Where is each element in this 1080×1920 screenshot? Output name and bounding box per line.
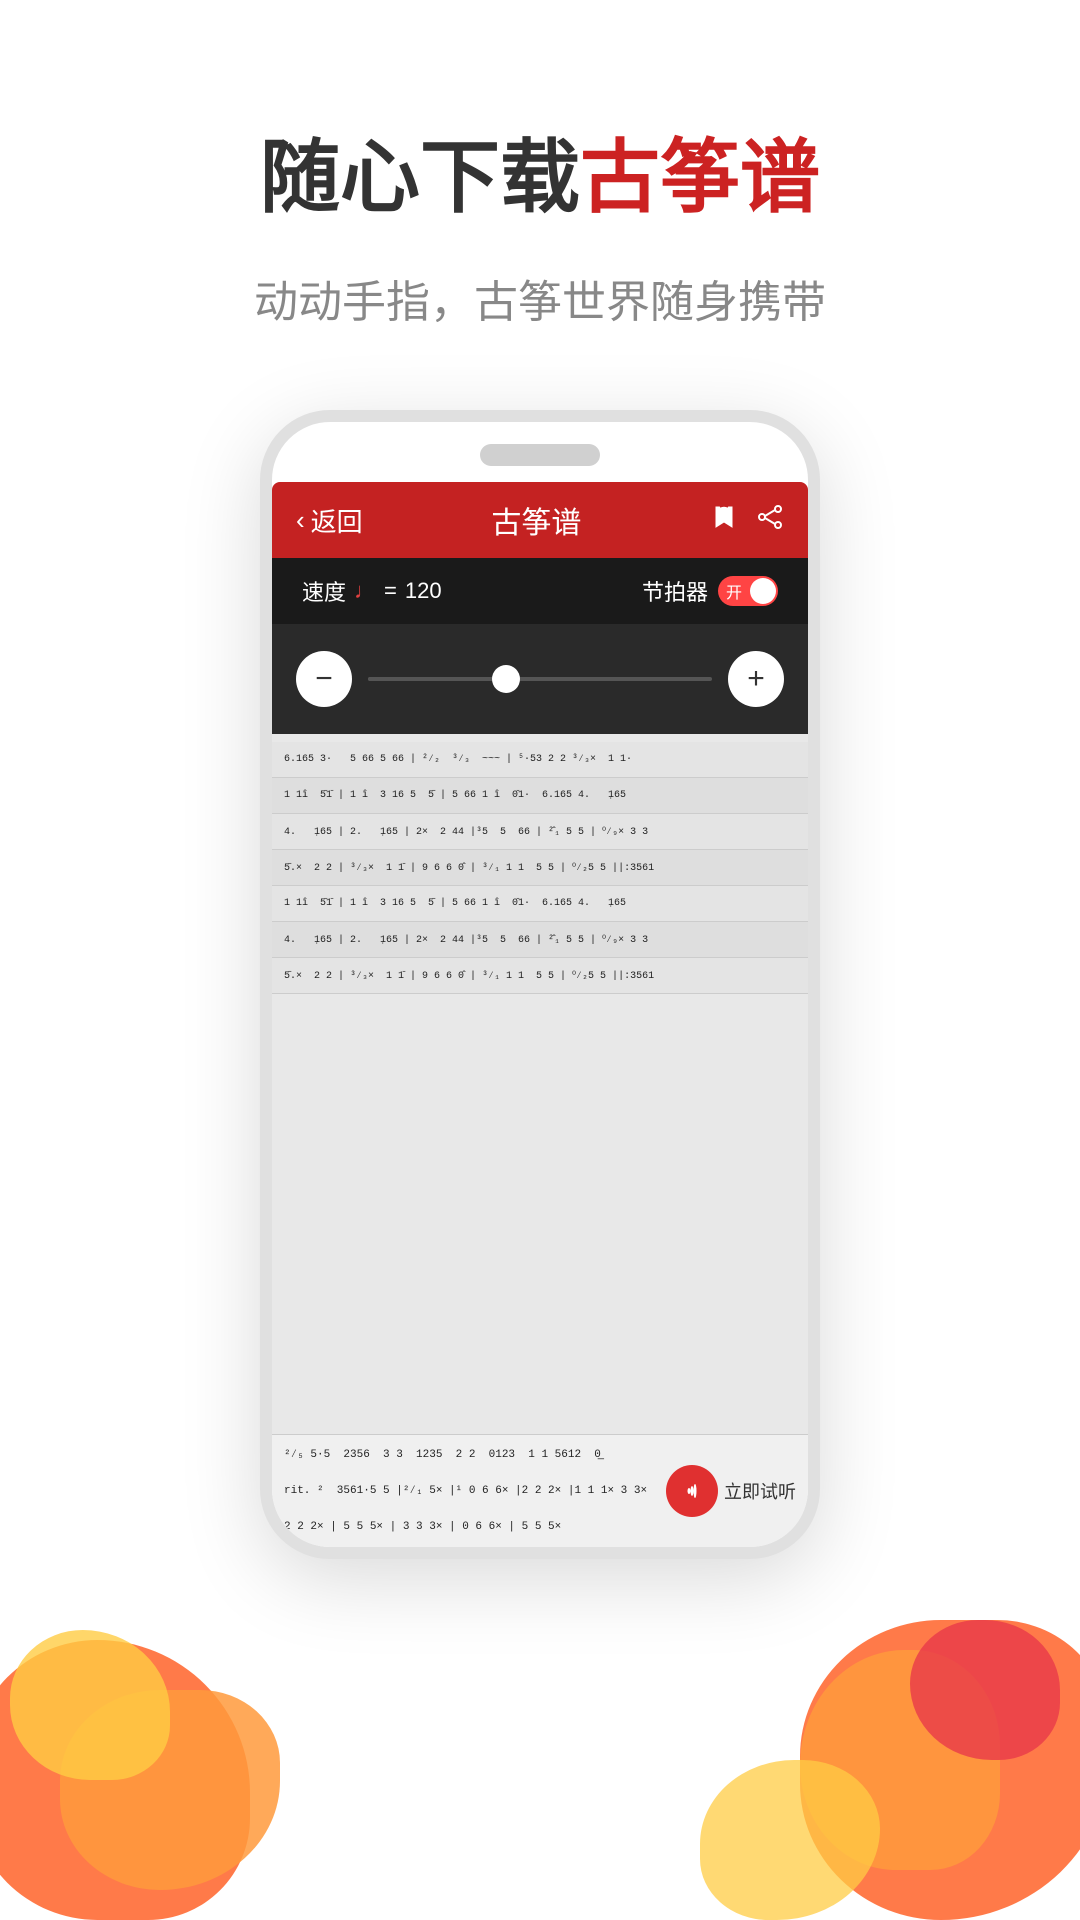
toggle-knob [750,578,776,604]
hero-title: 随心下载古筝谱 [0,130,1080,226]
tempo-bar: 速度 ♩ = 120 节拍器 开 [272,558,808,624]
sheet-row: 4. 1̣65 | 2. 1̣65 | 2× 2 44 |³5 5 66 | ²… [272,814,808,850]
toggle-on-label: 开 [726,579,742,603]
phone-mockup: ‹ 返回 古筝谱 [260,410,820,1559]
plus-icon: + [747,662,765,696]
phone-speaker [480,444,600,466]
back-button[interactable]: ‹ 返回 [296,502,363,539]
header-title: 古筝谱 [491,498,581,542]
sheet-row-bottom-3: 2 2 2× | 5 5 5× | 3 3 3× | 0 6 6× | 5 5 … [284,1519,796,1535]
hero-title-suffix: 古筝谱 [580,133,820,222]
sheet-music-bottom: ²⁄₅ 5·5 2356 3 3 1235 2 2 0123 1 1 5612 … [272,1434,808,1547]
sheet-row: 6.165 3· 5 66 5 66 | ²⁄₂ ³⁄₃ ~~~ | ⁵·53 … [272,742,808,778]
sheet-row: 5̄.× 2 2 | ³⁄₃× 1 1̄ | 9 6 6 0̂ | ³⁄₁ 1 … [272,958,808,994]
hero-title-prefix: 随心下载 [260,133,580,222]
decor-blob-3 [10,1630,170,1780]
note-icon: ♩ [354,578,376,604]
hero-section: 随心下载古筝谱 动动手指，古筝世界随身携带 [0,0,1080,330]
sheet-row: 5̄.× 2 2 | ³⁄₃× 1 1̄ | 9 6 6 0̂ | ³⁄₁ 1 … [272,850,808,886]
slider-track[interactable] [368,677,712,681]
tempo-left: 速度 ♩ = 120 [302,575,442,607]
sheet-row-bottom-1: ²⁄₅ 5·5 2356 3 3 1235 2 2 0123 1 1 5612 … [284,1447,796,1463]
back-label: 返回 [311,502,363,539]
slider-thumb[interactable] [492,665,520,693]
listen-text: 立即试听 [724,1478,796,1504]
app-header: ‹ 返回 古筝谱 [272,482,808,558]
tempo-right: 节拍器 开 [642,575,778,607]
decor-blob-1 [0,1640,250,1920]
phone-screen: ‹ 返回 古筝谱 [272,482,808,1547]
decor-blob-6 [910,1620,1060,1760]
slider-minus-button[interactable]: − [296,651,352,707]
bookmark-icon[interactable] [710,503,738,538]
phone-wrapper: ‹ 返回 古筝谱 [0,410,1080,1559]
slider-fill [368,677,506,681]
decor-blob-5 [800,1650,1000,1870]
sheet-row: 4. 1̣65 | 2. 1̣65 | 2× 2 44 |³5 5 66 | ²… [272,922,808,958]
bpm-value: 120 [405,578,442,604]
header-icons [710,503,784,538]
slider-area: − + [272,624,808,734]
metronome-toggle[interactable]: 开 [718,576,778,606]
sheet-row: 1 1î 5̄1̄ | 1 î 3 16 5 5̄ | 5 66 1 î 0̄1… [272,886,808,922]
hero-subtitle: 动动手指，古筝世界随身携带 [0,266,1080,330]
background-decoration [0,1580,1080,1920]
sheet-row: 1 1î 5̄1̄ | 1 î 3 16 5 5̄ | 5 66 1 î 0̄1… [272,778,808,814]
decor-blob-7 [700,1760,880,1920]
audio-icon [666,1465,718,1517]
decor-blob-4 [800,1620,1080,1920]
decor-blob-2 [60,1690,280,1890]
chevron-left-icon: ‹ [296,505,305,536]
sheet-row-bottom-2: rit. ² 3561·5 5 |²⁄₁ 5× |¹ 0 6 6× |2 2 2… [284,1463,796,1519]
equals-sign: = [384,578,397,604]
share-icon[interactable] [756,503,784,538]
sheet-music-area: 6.165 3· 5 66 5 66 | ²⁄₂ ³⁄₃ ~~~ | ⁵·53 … [272,734,808,1434]
slider-plus-button[interactable]: + [728,651,784,707]
minus-icon: − [315,662,333,696]
metronome-label: 节拍器 [642,575,708,607]
listen-button[interactable]: 立即试听 [666,1465,796,1517]
speed-label: 速度 [302,575,346,607]
